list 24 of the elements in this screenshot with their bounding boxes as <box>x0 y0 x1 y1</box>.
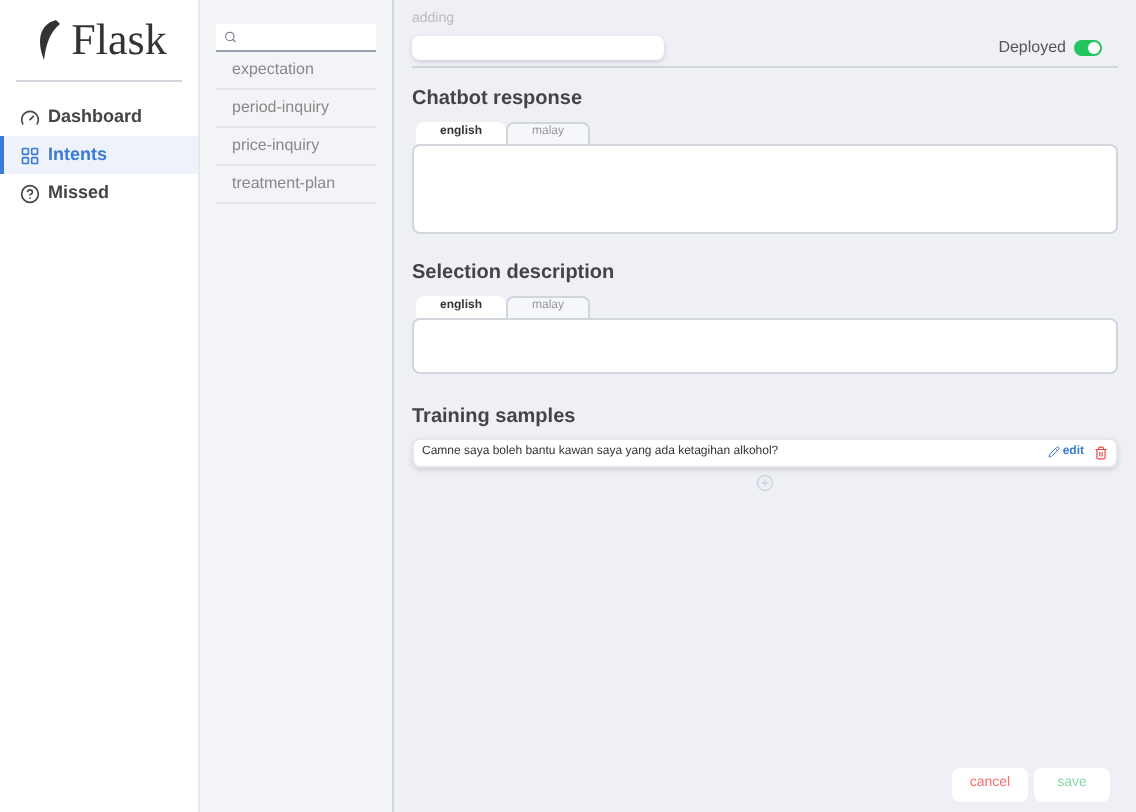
search-field[interactable] <box>216 24 376 52</box>
text-area[interactable] <box>412 143 1118 233</box>
intent-item[interactable]: price-inquiry <box>216 128 376 166</box>
intent-item[interactable]: treatment-plan <box>216 166 376 204</box>
logo-text: Flask <box>71 18 167 62</box>
intent-item[interactable]: period-inquiry <box>216 90 376 128</box>
text-area[interactable] <box>412 317 1118 373</box>
intent-item[interactable]: expectation <box>216 52 376 90</box>
section-title: Training samples <box>412 403 578 431</box>
search-icon <box>224 30 237 44</box>
grid-icon <box>20 145 40 165</box>
add-icon[interactable] <box>756 473 774 491</box>
question-icon <box>20 183 40 203</box>
deployed-label: Deployed <box>998 35 1066 59</box>
gauge-icon <box>20 107 40 127</box>
section-title: Selection description <box>412 259 617 287</box>
sidebar-item[interactable]: Dashboard <box>0 98 198 136</box>
sidebar-item[interactable]: Intents <box>0 136 198 174</box>
trash-icon[interactable] <box>1094 445 1108 459</box>
section-title: Chatbot response <box>412 85 585 113</box>
sidebar-item[interactable]: Missed <box>0 174 198 212</box>
pencil-icon <box>1048 446 1061 458</box>
intent-name-field[interactable] <box>412 35 664 59</box>
deployed-toggle[interactable] <box>1074 39 1102 55</box>
